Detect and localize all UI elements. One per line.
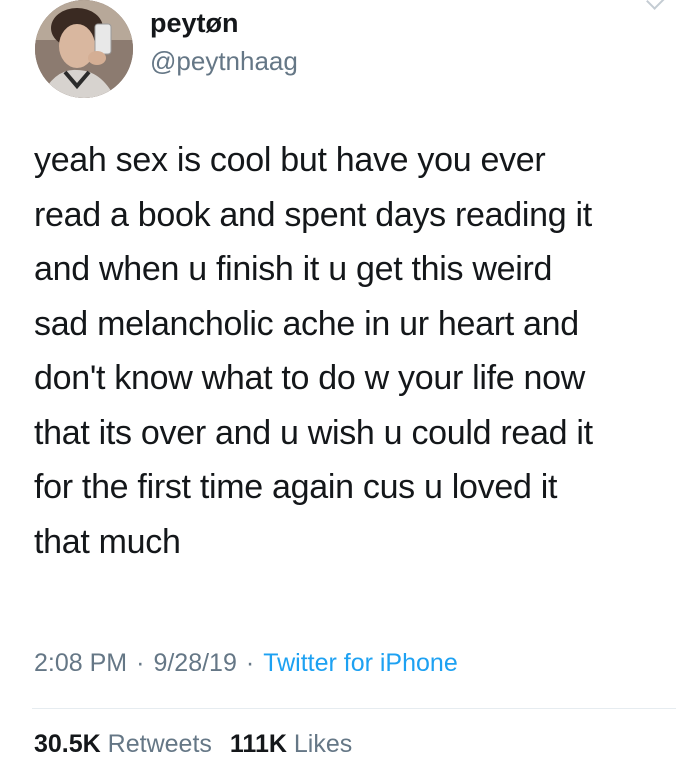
avatar[interactable] — [35, 0, 133, 98]
tweet-date[interactable]: 9/28/19 — [153, 649, 236, 677]
retweets-label: Retweets — [107, 730, 212, 758]
tweet-meta: 2:08 PM · 9/28/19 · Twitter for iPhone — [34, 649, 458, 678]
divider — [32, 708, 676, 709]
meta-separator: · — [136, 649, 145, 677]
display-name[interactable]: peytøn — [150, 8, 239, 39]
tweet-source-link[interactable]: Twitter for iPhone — [263, 649, 458, 677]
tweet-time[interactable]: 2:08 PM — [34, 649, 127, 677]
likes-stat[interactable]: 111K Likes — [230, 730, 352, 758]
likes-label: Likes — [293, 730, 353, 758]
tweet-card: peytøn @peytnhaag yeah sex is cool but h… — [0, 0, 700, 778]
tweet-text: yeah sex is cool but have you ever read … — [34, 141, 593, 561]
retweets-count: 30.5K — [34, 730, 101, 758]
user-handle[interactable]: @peytnhaag — [150, 46, 298, 77]
meta-separator: · — [245, 649, 255, 677]
likes-count: 111K — [229, 730, 287, 758]
tweet-stats: 30.5K Retweets 111K Likes — [34, 730, 352, 759]
retweets-stat[interactable]: 30.5K Retweets — [34, 730, 212, 758]
profile-photo-icon — [35, 0, 133, 98]
chevron-down-icon[interactable] — [646, 0, 666, 10]
